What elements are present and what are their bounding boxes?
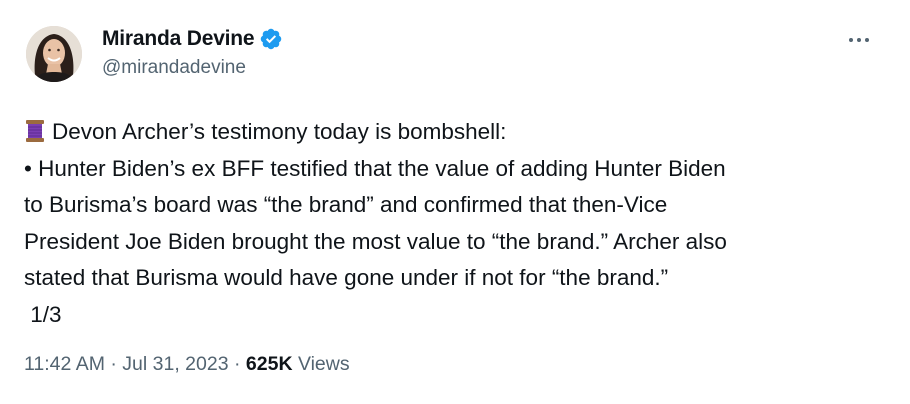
tweet-time[interactable]: 11:42 AM <box>24 353 105 375</box>
spool-of-thread-emoji <box>26 120 44 142</box>
tweet-line: to Burisma’s board was “the brand” and c… <box>24 192 668 217</box>
author-block: Miranda Devine @mirandadevine <box>102 27 283 79</box>
tweet-line-text: Devon Archer’s testimony today is bombsh… <box>52 119 507 144</box>
profile-photo <box>26 26 82 82</box>
views-count[interactable]: 625K <box>246 353 293 375</box>
tweet-meta: 11:42 AM · Jul 31, 2023 · 625K Views <box>24 353 350 376</box>
verified-badge-icon[interactable] <box>259 27 283 51</box>
views-label: Views <box>292 353 350 375</box>
author-handle[interactable]: @mirandadevine <box>102 57 283 79</box>
author-display-name[interactable]: Miranda Devine <box>102 27 255 51</box>
tweet-text: Devon Archer’s testimony today is bombsh… <box>24 114 884 333</box>
avatar[interactable] <box>26 26 82 82</box>
name-row: Miranda Devine <box>102 27 283 51</box>
more-options-icon[interactable] <box>846 30 872 50</box>
tweet-date[interactable]: Jul 31, 2023 <box>122 353 228 375</box>
meta-separator: · <box>228 353 246 375</box>
tweet-line: Devon Archer’s testimony today is bombsh… <box>24 114 884 151</box>
meta-separator: · <box>104 353 123 375</box>
tweet-line: stated that Burisma would have gone unde… <box>24 265 669 290</box>
tweet-line: • Hunter Biden’s ex BFF testified that t… <box>24 155 726 181</box>
tweet-line: 1/3 <box>24 301 62 327</box>
tweet-card: Miranda Devine @mirandadevine Devon Arch… <box>0 0 910 404</box>
tweet-line: President Joe Biden brought the most val… <box>24 228 727 254</box>
